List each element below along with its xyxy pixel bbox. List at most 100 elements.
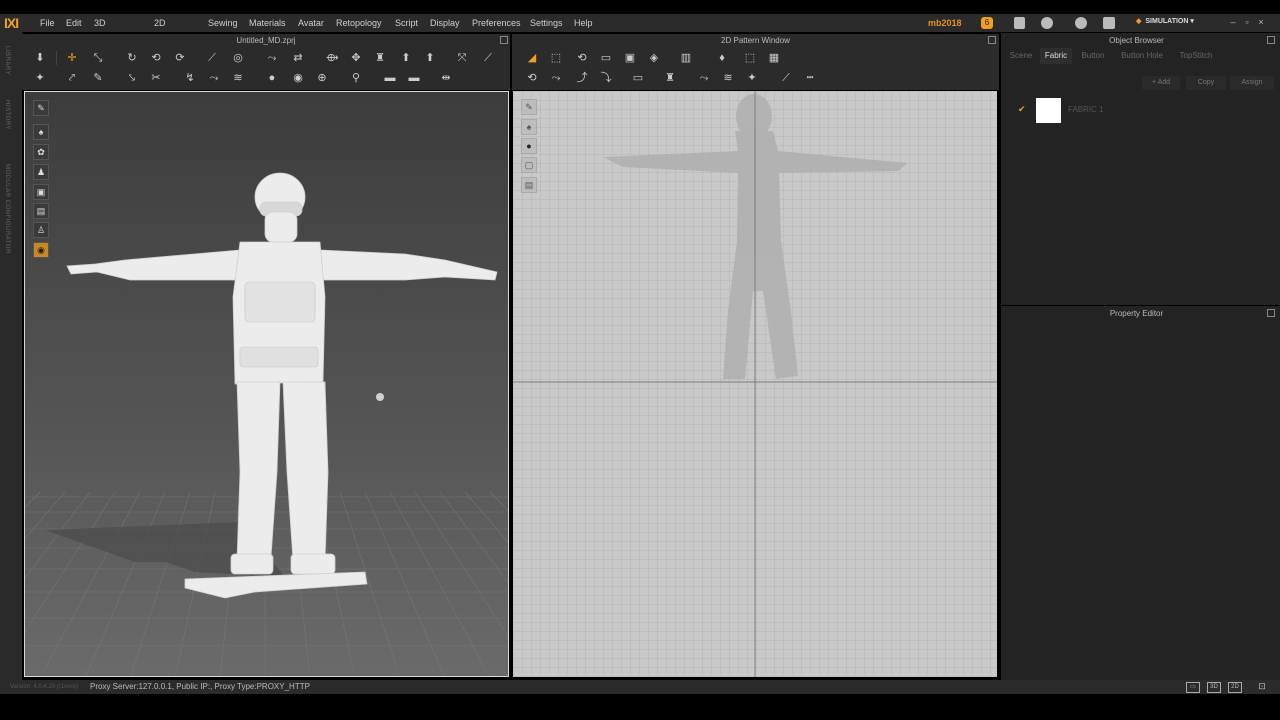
tool-avatar-icon[interactable]: ♟	[33, 164, 49, 180]
menu-preferences[interactable]: Preferences	[472, 14, 521, 32]
wave-icon[interactable]: ≋	[232, 72, 244, 84]
segment-icon[interactable]: ▬	[408, 72, 420, 84]
mode-2d-button[interactable]: 2D	[1228, 682, 1242, 693]
layout-mode-icon[interactable]: ▭	[1186, 682, 1200, 693]
mode-3d-button[interactable]: 3D	[1207, 682, 1221, 693]
edit-sewing-icon[interactable]: ⤵	[600, 72, 612, 84]
topstitch-icon[interactable]: ⚲	[350, 72, 362, 84]
piping-icon[interactable]: ≋	[722, 72, 734, 84]
tape-edit-icon[interactable]: ⟋	[482, 52, 494, 64]
sewing-icon[interactable]: ⟲	[526, 72, 538, 84]
user-icon[interactable]	[1041, 17, 1053, 29]
pleat-icon[interactable]: ♦	[716, 52, 728, 64]
tool-garment-icon[interactable]: ♠	[33, 124, 49, 140]
strengthen-icon[interactable]: ⤳	[266, 52, 278, 64]
fabric-swatch[interactable]	[1036, 98, 1061, 123]
viewport-3d[interactable]: ✎ ♠ ✿ ♟ ▣ ▤ ♙ ◉	[24, 91, 509, 677]
tool-2d-shirt-icon[interactable]: ♠	[521, 119, 537, 135]
segment-sewing-icon[interactable]: ⤳	[550, 72, 562, 84]
menu-settings[interactable]: Settings	[530, 14, 563, 32]
point-icon[interactable]: ♜	[374, 52, 386, 64]
object-browser-expand-icon[interactable]	[1267, 36, 1275, 44]
fold-icon[interactable]: ⟲	[150, 52, 162, 64]
internal-line-icon[interactable]: ▥	[680, 52, 692, 64]
measure-icon[interactable]: ⇄	[292, 52, 304, 64]
seam-icon[interactable]: ✦	[746, 72, 758, 84]
add-button[interactable]: + Add	[1142, 76, 1180, 90]
pin-icon[interactable]: ⟋	[206, 52, 218, 64]
tuck-icon[interactable]: ⤤	[66, 72, 78, 84]
menu-retopology[interactable]: Retopology	[336, 14, 382, 32]
arrow-up-icon[interactable]: ⬆	[400, 52, 412, 64]
align-icon[interactable]: ⇹	[440, 72, 452, 84]
grid-icon[interactable]: ▦	[768, 52, 780, 64]
edit-point-icon[interactable]: ⟲	[576, 52, 588, 64]
menu-materials[interactable]: Materials	[249, 14, 286, 32]
transform-icon[interactable]: ⤡	[92, 52, 104, 64]
assign-button[interactable]: Assign	[1230, 76, 1274, 90]
menu-help[interactable]: Help	[574, 14, 593, 32]
buttonhole-icon[interactable]: ◉	[292, 72, 304, 84]
button-icon[interactable]: ●	[266, 72, 278, 84]
zipper-icon[interactable]: ⤳	[698, 72, 710, 84]
move-icon[interactable]: ✛	[66, 52, 78, 64]
tab-button-hole[interactable]: Button Hole	[1114, 48, 1170, 64]
tool-figure-icon[interactable]: ♙	[33, 222, 49, 238]
edit-curvature-icon[interactable]: ▭	[600, 52, 612, 64]
menu-script[interactable]: Script	[395, 14, 418, 32]
shrink-icon[interactable]: ⤥	[126, 72, 138, 84]
shirt-icon[interactable]	[1103, 17, 1115, 29]
edit-pattern-icon[interactable]: ◢	[526, 52, 538, 64]
tie-icon[interactable]: ✂	[150, 72, 162, 84]
trace-icon[interactable]: ⬚	[744, 52, 756, 64]
tack-icon[interactable]: ◎	[232, 52, 244, 64]
menu-edit[interactable]: Edit	[66, 14, 82, 32]
view2d-expand-icon[interactable]	[988, 36, 996, 44]
simulation-button[interactable]: ◆ SIMULATION ▾	[1130, 14, 1210, 30]
close-button[interactable]: ×	[1254, 14, 1268, 30]
ruler-icon[interactable]: ⟋	[780, 72, 792, 84]
avatar-fit-icon[interactable]: ✥	[350, 52, 362, 64]
tool-2d-info-icon[interactable]: ●	[521, 138, 537, 154]
history-tab[interactable]: HISTORY	[4, 100, 10, 130]
fold-arrange-icon[interactable]: ⟳	[174, 52, 186, 64]
free-sewing-icon[interactable]: ⤴	[576, 72, 588, 84]
tool-settings-icon[interactable]: ✿	[33, 144, 49, 160]
notification-badge[interactable]: 6	[981, 17, 993, 29]
menu-display[interactable]: Display	[430, 14, 460, 32]
copy-button[interactable]: Copy	[1186, 76, 1226, 90]
menu-sewing[interactable]: Sewing	[208, 14, 238, 32]
arrow-up-alt-icon[interactable]: ⬆	[424, 52, 436, 64]
tape-icon[interactable]: ⤧	[456, 52, 468, 64]
tab-button[interactable]: Button	[1075, 48, 1111, 64]
tool-pen-icon[interactable]: ✎	[33, 100, 49, 116]
dashed-line-icon[interactable]: ┅	[804, 72, 816, 84]
tool-fabric-icon[interactable]: ▤	[33, 203, 49, 219]
select-button-icon[interactable]: ⊕	[316, 72, 328, 84]
minimize-button[interactable]: –	[1226, 14, 1240, 30]
tool-box-icon[interactable]: ▣	[33, 184, 49, 200]
maximize-button[interactable]: ▫	[1240, 14, 1254, 30]
puckering-icon[interactable]: ↯	[184, 72, 196, 84]
transform-pattern-icon[interactable]: ⬚	[550, 52, 562, 64]
brush-icon[interactable]: ✎	[92, 72, 104, 84]
zip-icon[interactable]: ⤳	[208, 72, 220, 84]
menu-3d-garment[interactable]: 3D Garment	[94, 14, 129, 46]
tool-2d-pen-icon[interactable]: ✎	[521, 99, 537, 115]
menu-avatar[interactable]: Avatar	[298, 14, 324, 32]
library-tab[interactable]: LIBRARY	[4, 46, 10, 75]
texture-edit-icon[interactable]: ♜	[664, 72, 676, 84]
tool-2d-pattern-icon[interactable]: ▢	[521, 157, 537, 173]
tab-topstitch[interactable]: TopStitch	[1172, 48, 1220, 64]
menu-2d-pattern[interactable]: 2D Pattern	[154, 14, 183, 46]
view3d-expand-icon[interactable]	[500, 36, 508, 44]
property-editor-expand-icon[interactable]	[1267, 309, 1275, 317]
polygon-icon[interactable]: ◈	[648, 52, 660, 64]
tool-texture-icon[interactable]: ◉	[33, 242, 49, 258]
viewport-2d[interactable]: ✎ ♠ ● ▢ ▤	[513, 91, 997, 677]
walk-icon[interactable]: ✦	[34, 72, 46, 84]
rectangle-icon[interactable]: ▣	[624, 52, 636, 64]
modular-configurator-tab[interactable]: MODULAR CONFIGURATOR	[4, 164, 10, 254]
fabric-item-label[interactable]: FABRIC 1	[1068, 105, 1104, 114]
help-icon[interactable]	[1075, 17, 1087, 29]
